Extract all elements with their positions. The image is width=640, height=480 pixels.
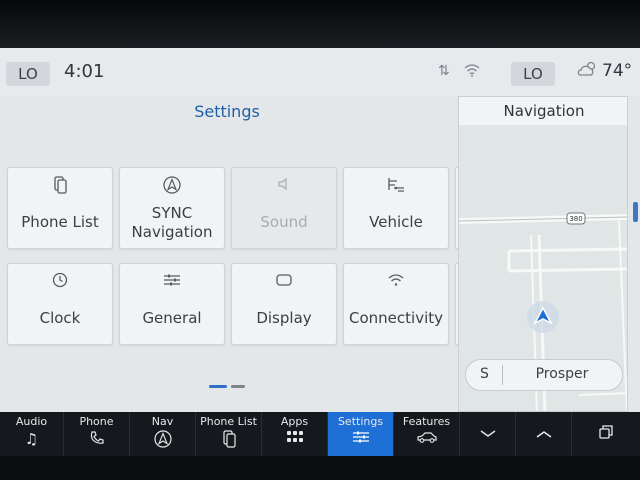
speaker-icon [232,176,336,196]
nav-label: Phone List [200,415,257,428]
nav-label: Apps [280,415,309,428]
tile-clock[interactable]: Clock [7,263,113,345]
chevron-down-button[interactable] [460,412,516,456]
settings-title: Settings [194,102,260,121]
tile-label: Display [256,309,312,327]
phone-list-icon [196,430,261,452]
chevron-up-icon [516,424,571,443]
multiwindow-icon [572,424,640,444]
phone-icon [64,430,129,450]
phone-list-icon [8,176,112,198]
screen-bezel-top [0,0,640,48]
tile-label: General [142,309,202,327]
street-name: Prosper [535,366,589,382]
outside-temperature: 74° [602,61,633,81]
infotainment-screen: LO 4:01 ⇅ LO 74° Settings Phone List SYN… [0,48,640,412]
page-indicator[interactable] [231,385,245,388]
status-bar: LO 4:01 ⇅ LO 74° [0,48,640,96]
nav-label: Phone [79,415,114,428]
settings-sliders-icon [328,430,393,448]
tile-sound[interactable]: Sound [231,167,337,249]
nav-audio-button[interactable]: Audio ♫ [0,412,64,456]
music-icon: ♫ [24,430,39,448]
tile-label: Clock [39,309,81,327]
clock-icon [8,272,112,292]
nav-features-button[interactable]: Features [394,412,460,456]
weather-icon [576,61,598,81]
nav-label: Settings [337,415,384,428]
data-arrows-icon: ⇅ [438,63,450,79]
driver-temp-button[interactable]: LO [6,62,50,86]
tile-label: Vehicle [369,213,423,231]
chevron-up-button[interactable] [516,412,572,456]
nav-label: Nav [151,415,174,428]
nav-phone-button[interactable]: Phone [64,412,130,456]
display-icon [232,272,336,291]
road-shield: 380 [569,215,583,223]
tile-label-line2: Navigation [131,223,213,241]
tile-phone-list[interactable]: Phone List [7,167,113,249]
wifi-icon [464,63,480,81]
tile-sync-navigation[interactable]: SYNC Navigation [119,167,225,249]
car-icon [394,430,459,448]
scrollbar-handle[interactable] [633,202,638,222]
page-indicator-active[interactable] [209,385,227,388]
nav-label: Features [402,415,451,428]
nav-nav-button[interactable]: Nav [130,412,196,456]
tile-connectivity[interactable]: Connectivity [343,263,449,345]
wifi-icon [344,272,448,291]
navigation-icon [130,430,195,452]
navigation-title: Navigation [459,97,627,125]
tile-general[interactable]: General [119,263,225,345]
tile-vehicle[interactable]: Vehicle [343,167,449,249]
screen-bezel-bottom [0,456,640,480]
navigation-icon [120,176,224,198]
tile-label: Connectivity [349,309,443,327]
tile-label-line1: SYNC [151,204,193,222]
vehicle-icon [344,176,448,198]
nav-phone-list-button[interactable]: Phone List [196,412,262,456]
clock-time: 4:01 [64,61,105,82]
sliders-icon [120,272,224,291]
tile-label: Phone List [21,213,99,231]
street-direction: S [480,366,489,382]
tile-display[interactable]: Display [231,263,337,345]
bottom-nav-bar: Audio ♫ Phone Nav Phone List Apps Settin… [0,412,640,456]
tile-label: Sound [260,213,308,231]
street-pill[interactable]: S Prosper [465,359,623,391]
nav-apps-button[interactable]: Apps [262,412,328,456]
nav-label: Audio [15,415,48,428]
navigation-map-card[interactable]: Navigation 380 S Prosper [458,96,628,412]
nav-settings-button[interactable]: Settings [328,412,394,456]
passenger-temp-button[interactable]: LO [511,62,555,86]
apps-grid-icon [262,430,327,448]
chevron-down-icon [460,424,515,443]
multiwindow-button[interactable] [572,412,640,456]
